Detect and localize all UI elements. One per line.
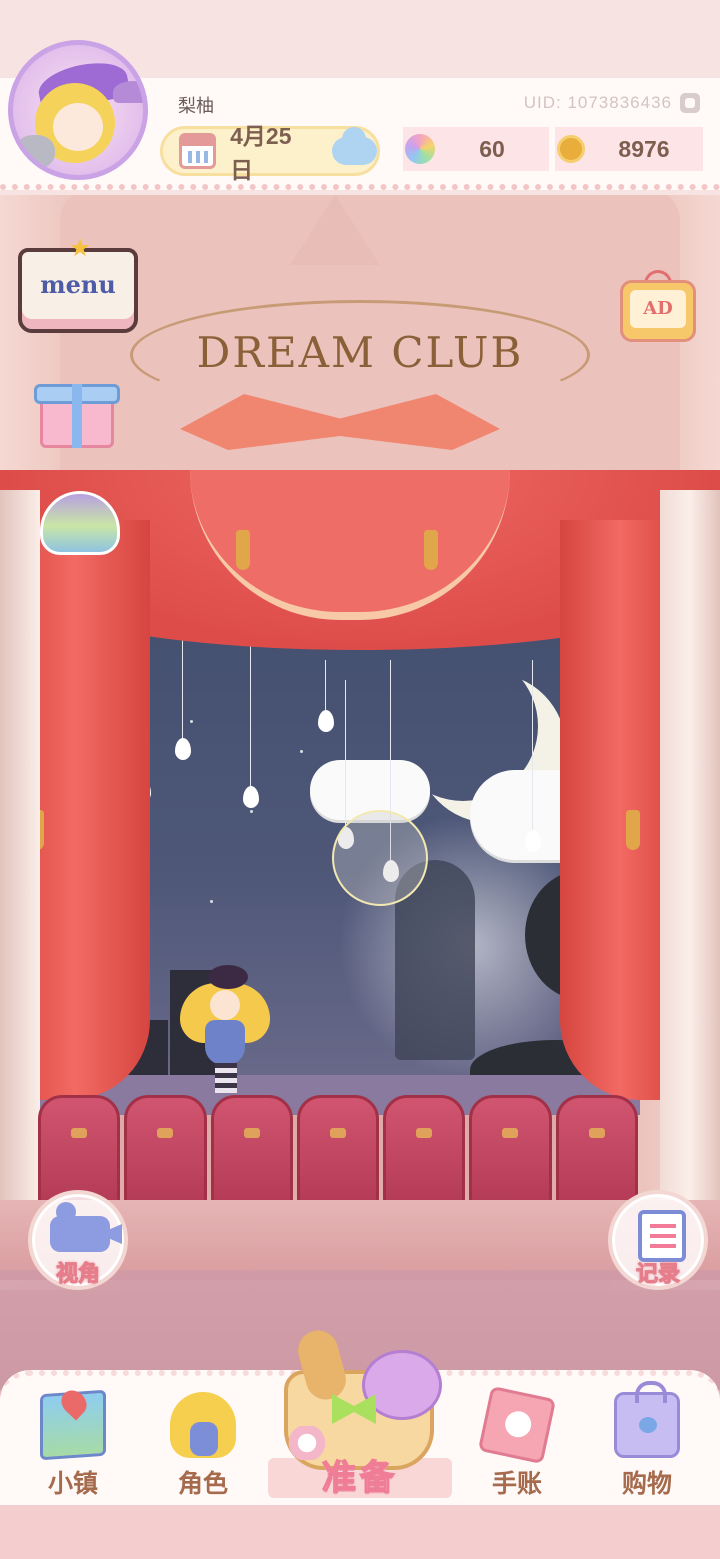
journal-icon (477, 1385, 557, 1465)
gem-value: 60 (479, 135, 505, 162)
cat-pet-icon (15, 135, 55, 169)
sign-text: DREAM CLUB (196, 328, 524, 377)
pillar-right (660, 490, 720, 1210)
player-avatar[interactable] (8, 40, 148, 180)
player-character[interactable] (180, 965, 270, 1095)
copy-icon[interactable] (680, 93, 700, 113)
seat (124, 1095, 207, 1205)
view-label: 视角 (55, 1261, 100, 1287)
gift-button[interactable] (32, 372, 122, 452)
top-header: 梨柚 UID: 1073836436 4月25日 60 8976 (0, 0, 720, 195)
calendar-icon (179, 133, 217, 169)
camera-view-button[interactable]: 视角 (28, 1190, 128, 1290)
coin-counter[interactable]: 8976 (555, 127, 703, 171)
uid-text: UID: 1073836436 (523, 93, 672, 112)
scenery-icon (40, 491, 120, 555)
pillar-left (0, 490, 40, 1210)
coin-icon (557, 135, 585, 163)
player-name: 梨柚 (178, 96, 214, 116)
nav-character-label: 角色 (177, 1470, 228, 1498)
weather-icon (332, 127, 378, 165)
nav-town[interactable]: 小镇 (18, 1388, 128, 1508)
character-icon (170, 1392, 236, 1458)
seat (210, 1095, 293, 1205)
theater-scene: DREAM CLUB (0, 0, 720, 1559)
seat (296, 1095, 380, 1205)
menu-button[interactable]: menu (18, 238, 144, 338)
nav-town-label: 小镇 (47, 1470, 98, 1498)
uid-display: UID: 1073836436 (524, 93, 700, 113)
tassel (236, 530, 250, 570)
nav-prepare[interactable]: 准备 (262, 1326, 458, 1520)
tassel (626, 810, 640, 850)
seat (38, 1095, 121, 1205)
gem-icon (405, 134, 435, 164)
nav-journal[interactable]: 手账 (462, 1385, 572, 1508)
record-button[interactable]: 记录 (608, 1190, 708, 1290)
nav-journal-label: 手账 (491, 1470, 542, 1498)
interaction-ring[interactable] (332, 810, 428, 906)
seat (383, 1095, 466, 1205)
ad-button[interactable]: AD (620, 270, 696, 344)
nav-prepare-label: 准备 (321, 1458, 398, 1498)
record-label: 记录 (635, 1261, 680, 1287)
seat (469, 1095, 552, 1205)
notebook-icon (638, 1210, 686, 1262)
shop-bag-icon (614, 1381, 680, 1458)
coin-value: 8976 (618, 135, 670, 162)
audience-seats (38, 1095, 638, 1205)
tassel (424, 530, 438, 570)
nav-shop-label: 购物 (621, 1470, 672, 1498)
date-pill[interactable]: 4月25日 (160, 123, 380, 183)
menu-label: menu (40, 270, 116, 299)
nav-character[interactable]: 角色 (148, 1388, 258, 1508)
gem-counter[interactable]: 60 (403, 127, 549, 171)
mushroom-icon (113, 81, 143, 103)
seat (555, 1095, 638, 1205)
date-text: 4月25日 (230, 123, 292, 183)
scenery-button[interactable] (40, 485, 122, 555)
camera-icon (50, 1202, 110, 1252)
nav-shop[interactable]: 购物 (592, 1381, 702, 1508)
map-icon (40, 1389, 106, 1461)
ad-label: AD (630, 290, 686, 328)
